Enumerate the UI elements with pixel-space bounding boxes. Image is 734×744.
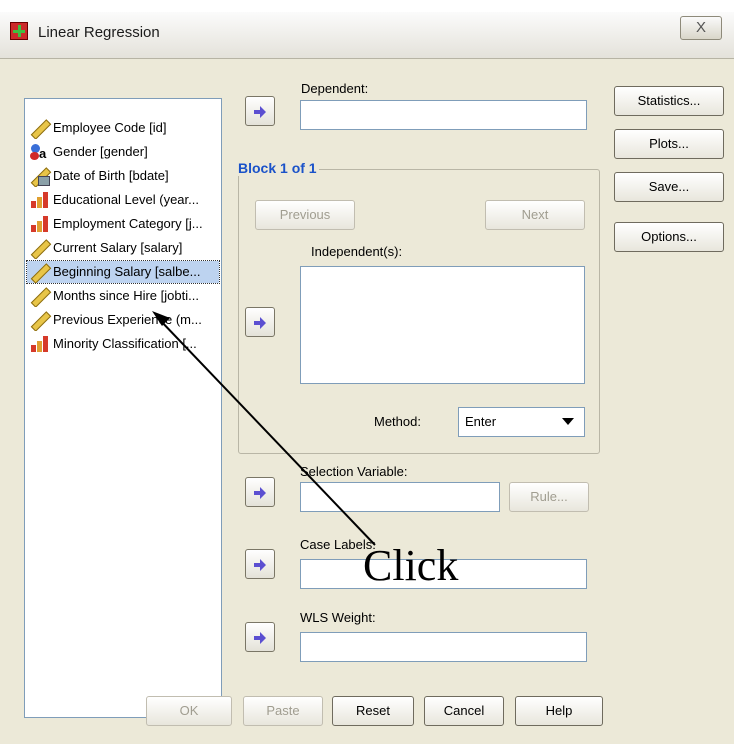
annotation-arrow <box>152 311 376 546</box>
arrowhead-icon <box>152 311 170 326</box>
annotation-text: Click <box>363 541 459 590</box>
